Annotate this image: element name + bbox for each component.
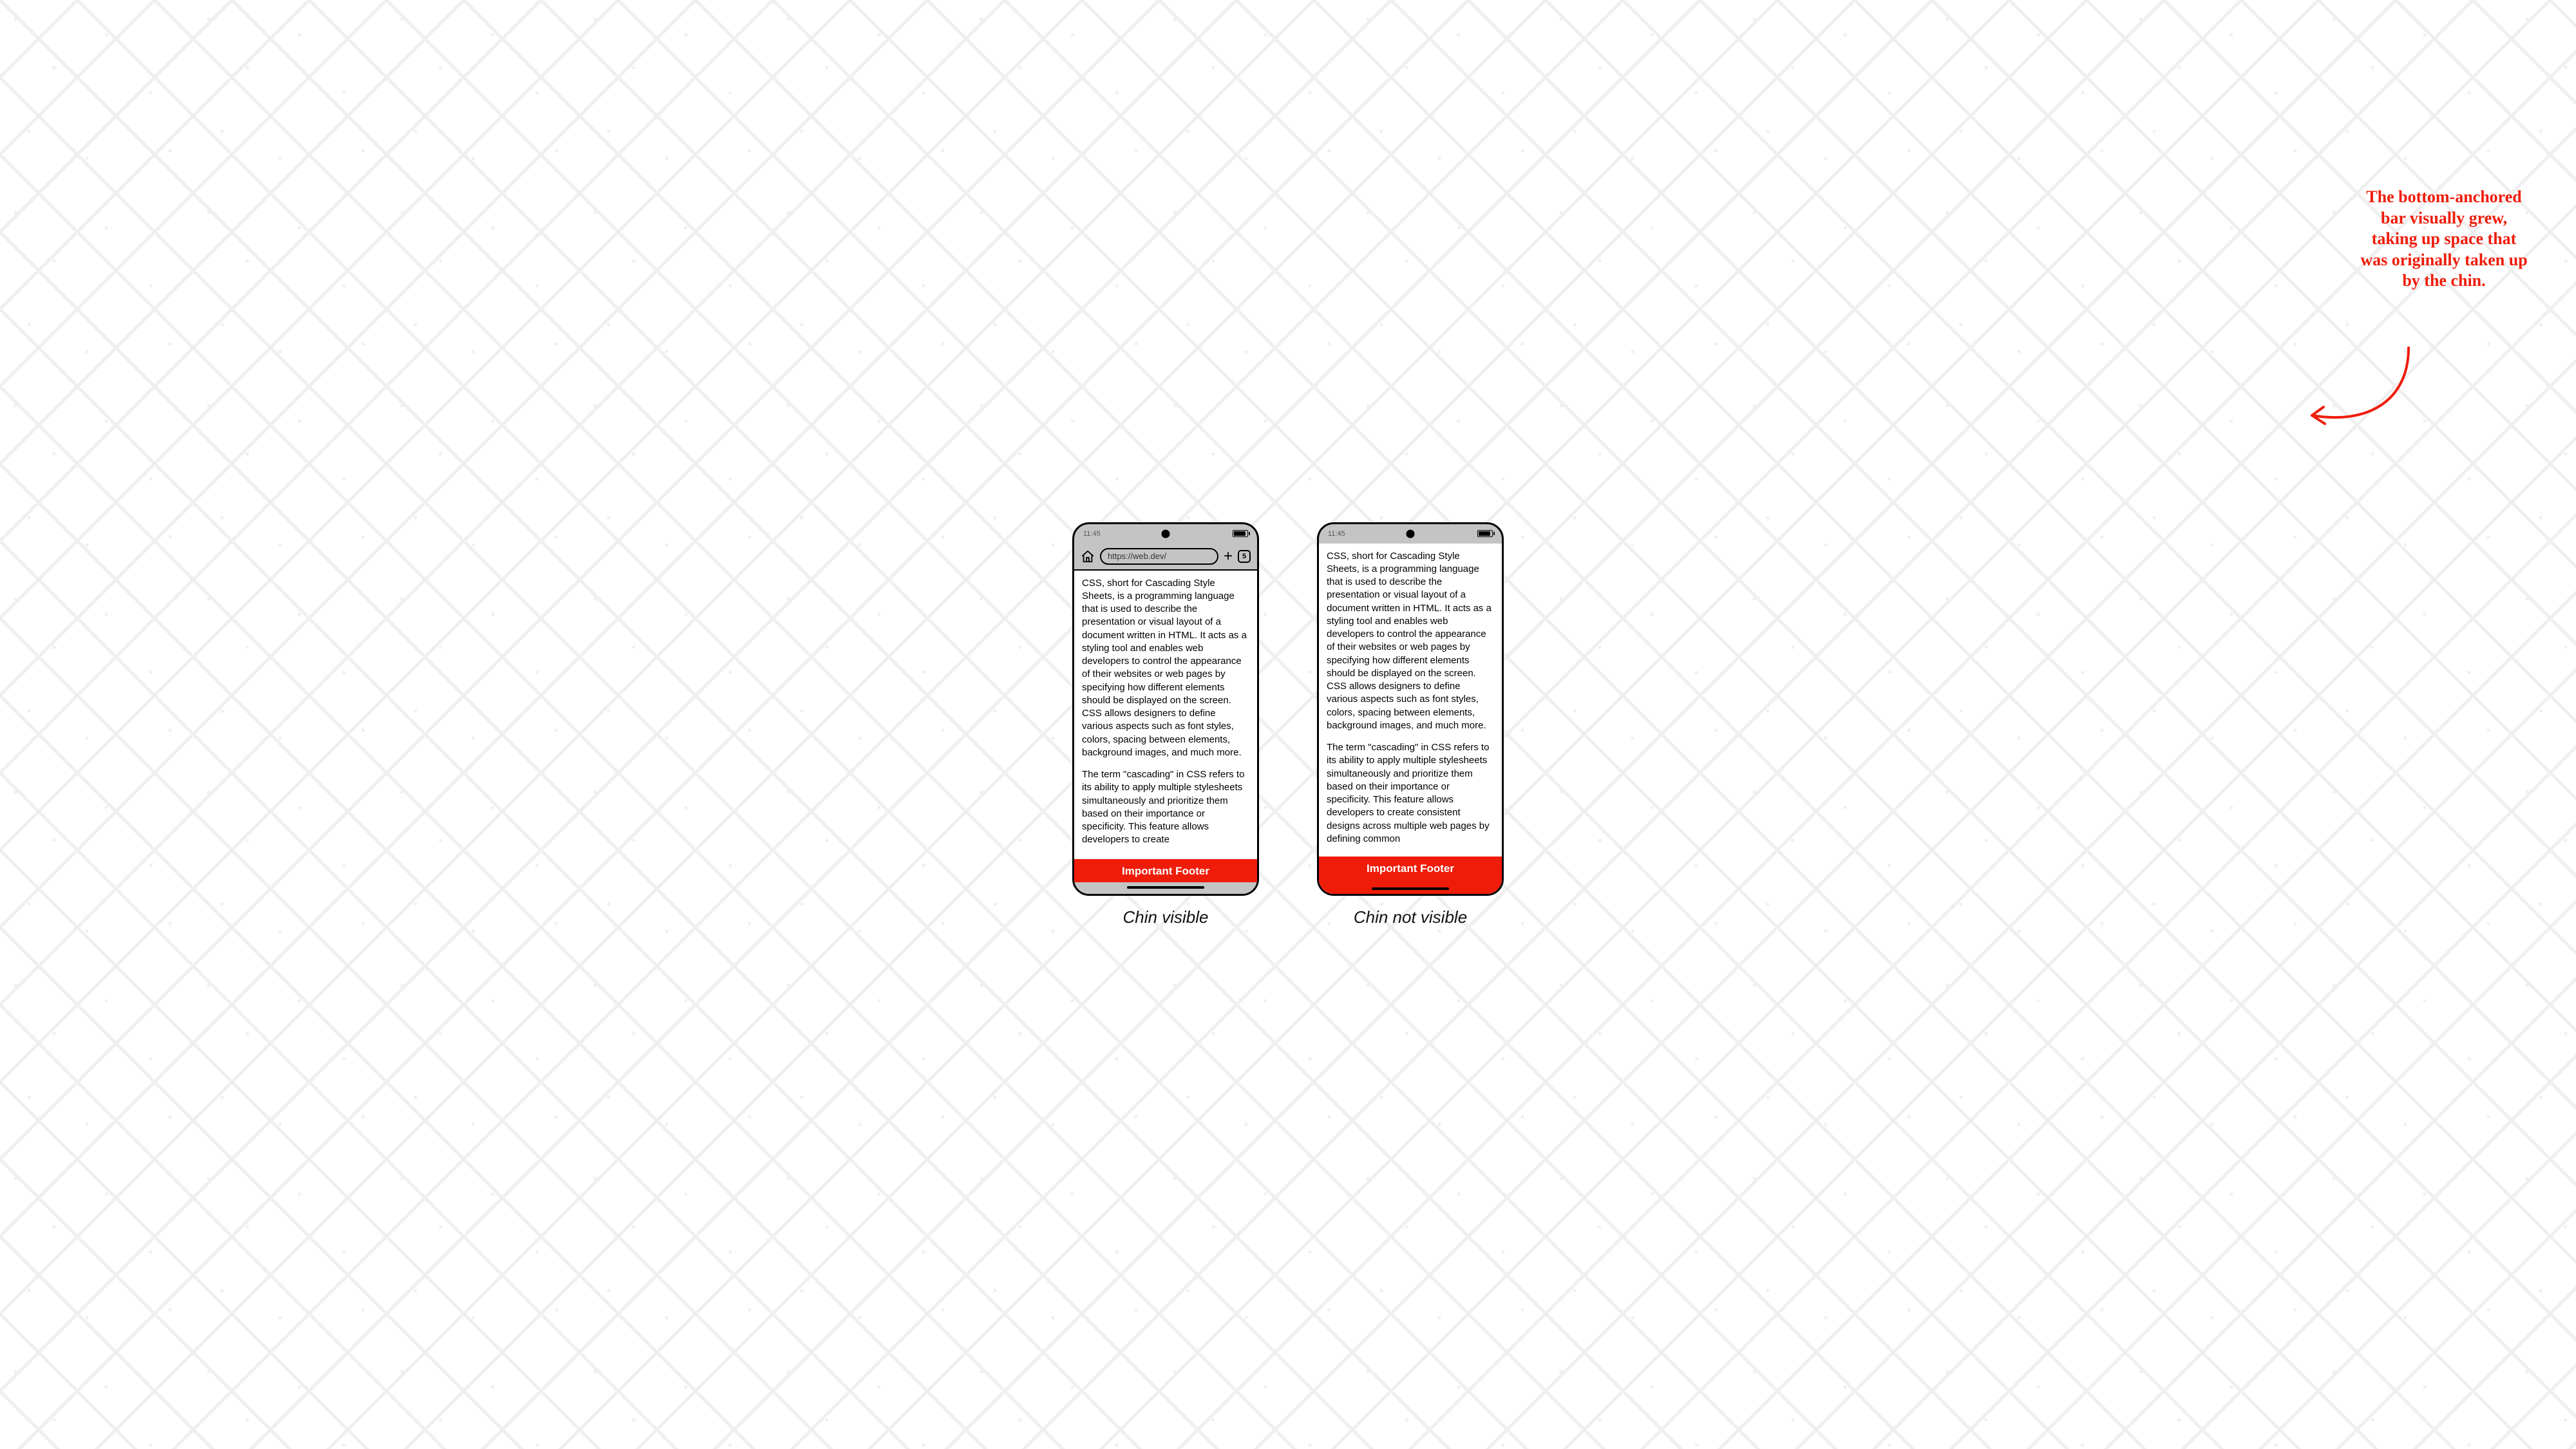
- phone-frame-chin-visible: 11:45 https://web.dev/ + 5: [1072, 522, 1259, 896]
- camera-dot-icon: [1162, 529, 1170, 538]
- paragraph-1: CSS, short for Cascading Style Sheets, i…: [1327, 550, 1494, 733]
- status-time: 11:45: [1328, 530, 1345, 538]
- annotation-text: The bottom-anchored bar visually grew, t…: [2357, 187, 2531, 292]
- tab-count-value: 5: [1242, 553, 1246, 560]
- phone-frame-chin-hidden: 11:45 CSS, short for Cascading Style She…: [1317, 522, 1504, 896]
- home-indicator-icon: [1372, 887, 1449, 890]
- home-indicator-icon: [1127, 886, 1204, 889]
- tab-count-button[interactable]: 5: [1238, 550, 1251, 563]
- camera-dot-icon: [1406, 529, 1415, 538]
- home-icon[interactable]: [1081, 549, 1095, 564]
- caption-left: Chin visible: [1123, 907, 1209, 927]
- footer-label: Important Footer: [1367, 862, 1454, 875]
- paragraph-2: The term "cascading" in CSS refers to it…: [1082, 768, 1249, 847]
- device-chin: [1074, 882, 1257, 894]
- paragraph-1: CSS, short for Cascading Style Sheets, i…: [1082, 577, 1249, 760]
- caption-right: Chin not visible: [1354, 907, 1467, 927]
- bottom-anchored-bar-grown[interactable]: Important Footer: [1319, 857, 1502, 894]
- page-viewport: CSS, short for Cascading Style Sheets, i…: [1074, 569, 1257, 882]
- phone-column-right: 11:45 CSS, short for Cascading Style She…: [1317, 522, 1504, 927]
- page-content: CSS, short for Cascading Style Sheets, i…: [1074, 571, 1257, 859]
- browser-url-bar: https://web.dev/ + 5: [1074, 544, 1257, 569]
- diagram-stage: 11:45 https://web.dev/ + 5: [0, 0, 2576, 1449]
- url-input[interactable]: https://web.dev/: [1100, 548, 1218, 565]
- page-content: CSS, short for Cascading Style Sheets, i…: [1319, 544, 1502, 857]
- url-text: https://web.dev/: [1108, 551, 1166, 561]
- phone-column-left: 11:45 https://web.dev/ + 5: [1072, 522, 1259, 927]
- battery-icon: [1233, 530, 1248, 537]
- battery-icon: [1477, 530, 1493, 537]
- paragraph-2: The term "cascading" in CSS refers to it…: [1327, 741, 1494, 846]
- footer-label: Important Footer: [1122, 865, 1209, 878]
- page-viewport: CSS, short for Cascading Style Sheets, i…: [1319, 544, 1502, 894]
- status-bar: 11:45: [1074, 524, 1257, 544]
- new-tab-icon[interactable]: +: [1224, 549, 1233, 564]
- bottom-anchored-bar[interactable]: Important Footer: [1074, 859, 1257, 882]
- status-time: 11:45: [1083, 530, 1101, 538]
- status-bar: 11:45: [1319, 524, 1502, 544]
